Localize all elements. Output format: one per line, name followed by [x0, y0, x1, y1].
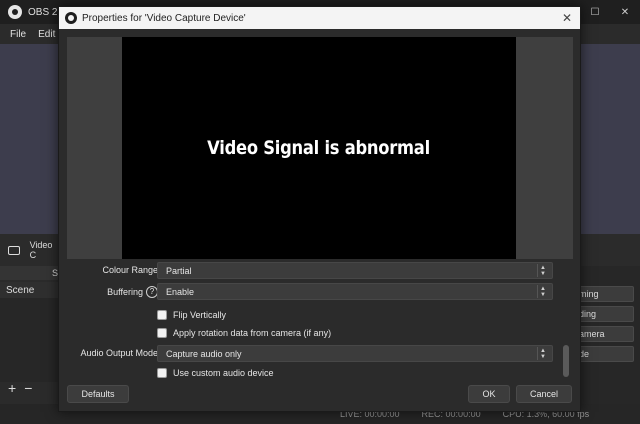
controls-button-3[interactable]: amera: [572, 326, 634, 342]
flip-vertically-row[interactable]: Flip Vertically: [157, 308, 226, 322]
buffering-label-wrap: Buffering ?: [107, 286, 158, 298]
video-preview: Video Signal is abnormal: [122, 37, 516, 259]
buffering-value: Enable: [166, 287, 195, 297]
buffering-row: Buffering ? Enable ▲ ▼: [67, 283, 553, 300]
audio-output-mode-select[interactable]: Capture audio only ▲ ▼: [157, 345, 553, 362]
controls-button-4[interactable]: de: [572, 346, 634, 362]
preview-area: Video Signal is abnormal: [67, 37, 573, 259]
custom-audio-label: Use custom audio device: [173, 368, 274, 378]
camera-icon: [8, 245, 20, 255]
apply-rotation-checkbox[interactable]: [157, 328, 167, 338]
source-label: Video C: [29, 240, 53, 260]
chevron-updown-icon: ▲ ▼: [537, 347, 548, 360]
flip-vertically-checkbox[interactable]: [157, 310, 167, 320]
preview-message: Video Signal is abnormal: [207, 137, 431, 159]
buffering-select[interactable]: Enable ▲ ▼: [157, 283, 553, 300]
dialog-title: Properties for 'Video Capture Device': [82, 12, 246, 24]
audio-output-mode-value: Capture audio only: [166, 349, 242, 359]
buffering-label: Buffering: [107, 287, 143, 297]
scenes-dock: Scene: [0, 282, 60, 382]
menu-file[interactable]: File: [10, 29, 26, 40]
defaults-button[interactable]: Defaults: [67, 385, 129, 403]
obs-logo-icon: [8, 5, 22, 19]
controls-button-2[interactable]: ding: [572, 306, 634, 322]
window-close-icon[interactable]: ✕: [610, 0, 640, 24]
cancel-button[interactable]: Cancel: [516, 385, 572, 403]
dialog-titlebar: Properties for 'Video Capture Device' ✕: [59, 7, 580, 29]
form-scrollbar[interactable]: [562, 261, 570, 381]
colour-range-value: Partial: [166, 266, 192, 276]
scrollbar-thumb[interactable]: [563, 345, 569, 377]
custom-audio-row[interactable]: Use custom audio device: [157, 366, 274, 380]
colour-range-select[interactable]: Partial ▲ ▼: [157, 262, 553, 279]
colour-range-label: Colour Range: [102, 265, 158, 275]
scene-toolbar: + −: [0, 378, 60, 398]
source-item[interactable]: Video C: [0, 240, 60, 260]
colour-range-row: Colour Range Partial ▲ ▼: [67, 262, 553, 279]
properties-form: Colour Range Partial ▲ ▼ Buffering ? Enab…: [67, 261, 573, 381]
apply-rotation-row[interactable]: Apply rotation data from camera (if any): [157, 326, 331, 340]
maximize-icon[interactable]: ☐: [580, 0, 610, 24]
chevron-updown-icon: ▲ ▼: [537, 285, 548, 298]
chevron-updown-icon: ▲ ▼: [537, 264, 548, 277]
obs-logo-icon: [65, 12, 77, 24]
remove-icon[interactable]: −: [24, 380, 32, 396]
properties-dialog: Properties for 'Video Capture Device' ✕ …: [58, 6, 581, 412]
add-icon[interactable]: +: [8, 380, 16, 396]
controls-button-1[interactable]: ming: [572, 286, 634, 302]
audio-output-mode-label: Audio Output Mode: [80, 348, 158, 358]
custom-audio-checkbox[interactable]: [157, 368, 167, 378]
scenes-header: Scene: [0, 282, 60, 298]
audio-output-mode-row: Audio Output Mode Capture audio only ▲ ▼: [67, 345, 553, 362]
apply-rotation-label: Apply rotation data from camera (if any): [173, 328, 332, 338]
menu-edit[interactable]: Edit: [38, 29, 55, 40]
flip-vertically-label: Flip Vertically: [173, 310, 227, 320]
close-icon[interactable]: ✕: [562, 11, 572, 25]
ok-button[interactable]: OK: [468, 385, 510, 403]
